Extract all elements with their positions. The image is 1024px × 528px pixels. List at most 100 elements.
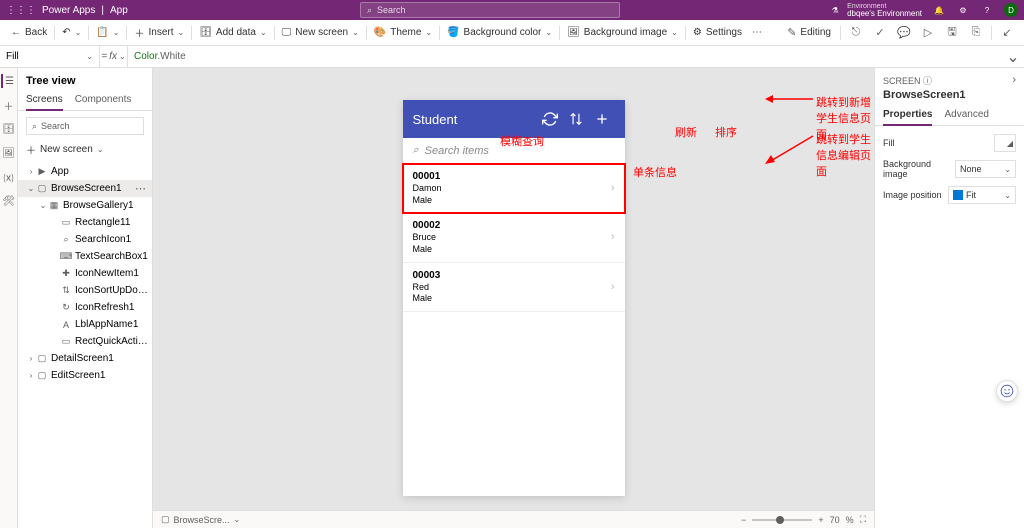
- tree-item-editscreen1[interactable]: ›▢EditScreen1: [18, 367, 152, 384]
- new-screen-button[interactable]: 🖵New screen⌄: [277, 20, 364, 45]
- tab-advanced[interactable]: Advanced: [944, 105, 988, 125]
- zoom-in-button[interactable]: +: [818, 515, 823, 525]
- record-gender: Male: [413, 244, 611, 256]
- chevron-down-icon: ⌄: [352, 28, 359, 37]
- preview-button[interactable]: ▷: [917, 22, 939, 44]
- editing-mode-button[interactable]: ✎Editing: [782, 26, 836, 39]
- undo-button[interactable]: ↶⌄: [57, 20, 86, 45]
- screen-icon: 🖵: [282, 27, 292, 38]
- expand-button[interactable]: ↙: [996, 22, 1018, 44]
- rail-advanced-icon[interactable]: 🛠: [2, 194, 16, 208]
- image-position-dropdown[interactable]: Fit⌄: [948, 186, 1016, 204]
- settings-icon[interactable]: ⚙: [956, 6, 970, 15]
- back-arrow-icon: ←: [11, 27, 21, 38]
- zoom-unit: %: [846, 515, 854, 525]
- refresh-icon[interactable]: [537, 106, 563, 132]
- help-icon[interactable]: ?: [980, 6, 994, 15]
- search-icon: ⌕: [413, 144, 419, 157]
- app-search-input[interactable]: ⌕ Search items: [403, 138, 625, 164]
- tree-item-textsearchbox1[interactable]: ⌨TextSearchBox1: [18, 248, 152, 265]
- props-element-name: BrowseScreen1: [875, 89, 1024, 105]
- environment-picker[interactable]: ⚗ Environment dbqee's Environment: [828, 3, 922, 18]
- tree-node-label: IconSortUpDown1: [75, 285, 148, 296]
- theme-icon: 🎨: [374, 27, 386, 38]
- chevron-icon[interactable]: ⌄: [38, 201, 48, 210]
- brand-app: App: [110, 5, 128, 16]
- paste-button[interactable]: 📋⌄: [91, 20, 124, 45]
- waffle-icon[interactable]: ⋮⋮⋮: [6, 5, 36, 16]
- more-button[interactable]: ⋯: [747, 20, 767, 45]
- plus-icon: ＋: [26, 142, 36, 157]
- fill-color-picker[interactable]: ◢: [994, 134, 1016, 152]
- app-checker-button[interactable]: ✓: [869, 22, 891, 44]
- rail-data-icon[interactable]: 🗄: [2, 122, 16, 136]
- chevron-icon[interactable]: ›: [26, 167, 36, 176]
- fit-to-screen-button[interactable]: ⛶: [860, 514, 866, 525]
- tab-properties[interactable]: Properties: [883, 105, 932, 126]
- undo-icon: ↶: [62, 27, 70, 38]
- back-button[interactable]: ←Back: [6, 20, 52, 45]
- share-button[interactable]: ⎋: [845, 22, 867, 44]
- tree-item-iconrefresh1[interactable]: ↻IconRefresh1: [18, 299, 152, 316]
- chevron-icon[interactable]: ⌄: [26, 184, 36, 193]
- zoom-slider[interactable]: [752, 519, 812, 521]
- tree-item-iconsortupdown1[interactable]: ⇅IconSortUpDown1: [18, 282, 152, 299]
- rail-tree-icon[interactable]: ☰: [1, 74, 15, 88]
- gallery-item[interactable]: 00003RedMale›: [403, 263, 625, 312]
- formula-expand-button[interactable]: ⌄: [1002, 47, 1024, 67]
- sort-icon[interactable]: [563, 106, 589, 132]
- save-button[interactable]: 🖫: [941, 22, 963, 44]
- add-icon[interactable]: [589, 106, 615, 132]
- info-icon[interactable]: ⓘ: [923, 76, 932, 86]
- tree-node-icon: ⌕: [60, 234, 72, 246]
- publish-button[interactable]: ⎘: [965, 22, 987, 44]
- tree-item-searchicon1[interactable]: ⌕SearchIcon1: [18, 231, 152, 248]
- chevron-right-icon[interactable]: ›: [611, 280, 615, 294]
- header-search-input[interactable]: ⌕ Search: [360, 2, 620, 18]
- chevron-right-icon[interactable]: ›: [1012, 74, 1016, 86]
- add-data-button[interactable]: 🗄Add data⌄: [194, 20, 271, 45]
- zoom-out-button[interactable]: −: [741, 515, 746, 525]
- tree-item-browsescreen1[interactable]: ⌄▢BrowseScreen1⋯: [18, 180, 152, 197]
- gallery-item[interactable]: 00002BruceMale›: [403, 213, 625, 262]
- app-canvas[interactable]: Student ⌕ Search items 00001DamonMale›00…: [403, 100, 625, 496]
- breadcrumb-label: BrowseScre...: [174, 515, 230, 525]
- tree-new-screen-button[interactable]: ＋ New screen ⌄: [18, 138, 152, 161]
- chevron-icon[interactable]: ›: [26, 354, 36, 363]
- gallery-item[interactable]: 00001DamonMale›: [403, 164, 625, 213]
- tree-item-detailscreen1[interactable]: ›▢DetailScreen1: [18, 350, 152, 367]
- rail-variables-icon[interactable]: ⒳: [2, 170, 16, 184]
- tree-node-label: EditScreen1: [51, 370, 148, 381]
- chevron-right-icon[interactable]: ›: [611, 230, 615, 244]
- rail-media-icon[interactable]: 🖼: [2, 146, 16, 160]
- settings-button[interactable]: ⚙Settings: [688, 20, 747, 45]
- more-icon[interactable]: ⋯: [133, 182, 148, 195]
- bg-image-button[interactable]: 🖼Background image⌄: [562, 20, 683, 45]
- tree-search-input[interactable]: ⌕ Search: [26, 117, 144, 135]
- tree-item-lblappname1[interactable]: ALblAppName1: [18, 316, 152, 333]
- tree-node-label: LblAppName1: [75, 319, 148, 330]
- comments-button[interactable]: 💬: [893, 22, 915, 44]
- tab-screens[interactable]: Screens: [26, 90, 63, 111]
- tree-node-label: IconNewItem1: [75, 268, 148, 279]
- tree-item-rectquickactionbar1[interactable]: ▭RectQuickActionBar1: [18, 333, 152, 350]
- avatar[interactable]: D: [1004, 3, 1018, 17]
- chevron-icon[interactable]: ›: [26, 371, 36, 380]
- tree-item-app[interactable]: ›▶App: [18, 163, 152, 180]
- formula-input[interactable]: Color.White: [128, 51, 1002, 62]
- virtual-agent-button[interactable]: [996, 380, 1018, 402]
- rail-insert-icon[interactable]: ＋: [2, 98, 16, 112]
- chevron-right-icon[interactable]: ›: [611, 181, 615, 195]
- theme-button[interactable]: 🎨Theme⌄: [369, 20, 437, 45]
- fill-icon: 🪣: [447, 27, 459, 38]
- breadcrumb[interactable]: ▢ BrowseScre... ⌄: [161, 514, 240, 525]
- property-selector[interactable]: Fill ⌄: [0, 46, 100, 67]
- notifications-icon[interactable]: 🔔: [932, 6, 946, 15]
- tab-components[interactable]: Components: [75, 90, 132, 110]
- tree-item-browsegallery1[interactable]: ⌄▦BrowseGallery1: [18, 197, 152, 214]
- insert-button[interactable]: ＋Insert⌄: [129, 20, 189, 45]
- tree-item-iconnewitem1[interactable]: ✚IconNewItem1: [18, 265, 152, 282]
- bg-color-button[interactable]: 🪣Background color⌄: [442, 20, 557, 45]
- tree-item-rectangle11[interactable]: ▭Rectangle11: [18, 214, 152, 231]
- bg-image-dropdown[interactable]: None⌄: [955, 160, 1016, 178]
